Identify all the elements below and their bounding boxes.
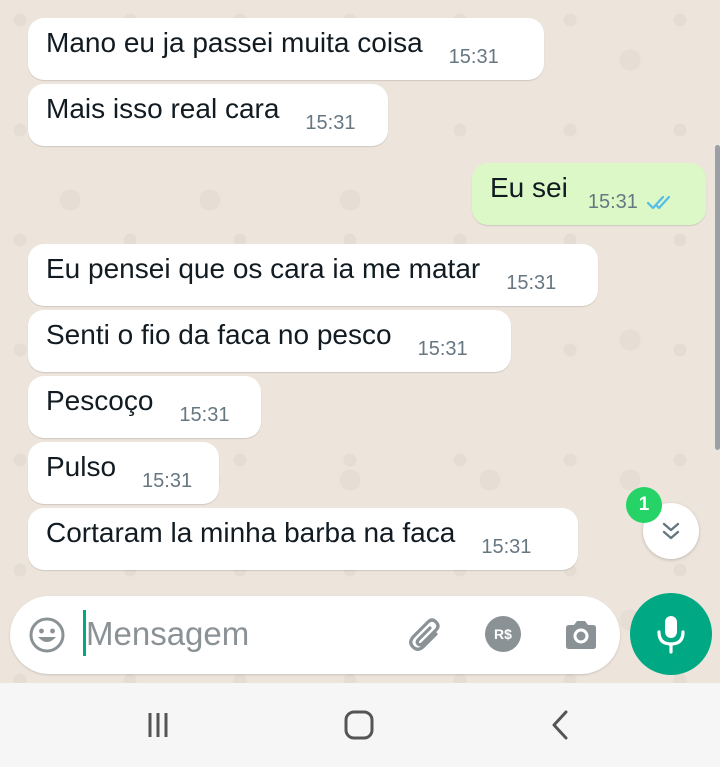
message-time: 15:31 xyxy=(587,190,638,213)
back-button[interactable] xyxy=(538,703,582,747)
message-bubble-outgoing[interactable]: Eu sei 15:31 xyxy=(472,163,706,225)
message-bubble[interactable]: Mais isso real cara 15:31 xyxy=(28,84,388,146)
message-time: 15:31 xyxy=(448,45,499,68)
message-time: 15:31 xyxy=(142,469,193,492)
scrollbar[interactable] xyxy=(715,145,720,450)
message-text: Mais isso real cara xyxy=(46,93,280,124)
message-text: Pescoço xyxy=(46,385,154,416)
message-bubble[interactable]: Cortaram la minha barba na faca 15:31 xyxy=(28,508,578,570)
message-time: 15:31 xyxy=(417,337,468,360)
paperclip-icon[interactable] xyxy=(406,614,446,654)
home-icon xyxy=(344,710,374,740)
message-time: 15:31 xyxy=(506,271,557,294)
message-text: Cortaram la minha barba na faca xyxy=(46,517,456,548)
home-button[interactable] xyxy=(337,703,381,747)
recent-apps-icon xyxy=(148,713,168,737)
recent-apps-button[interactable] xyxy=(136,703,180,747)
message-input[interactable] xyxy=(86,606,386,662)
message-bubble[interactable]: Senti o fio da faca no pesco 15:31 xyxy=(28,310,511,372)
message-bubble[interactable]: Pulso 15:31 xyxy=(28,442,219,504)
back-icon xyxy=(552,710,568,740)
system-navigation-bar xyxy=(0,683,720,767)
message-text: Eu pensei que os cara ia me matar xyxy=(46,253,481,284)
camera-icon[interactable] xyxy=(562,616,600,654)
unread-count-badge: 1 xyxy=(626,487,662,523)
message-text: Eu sei xyxy=(490,172,568,203)
message-text: Senti o fio da faca no pesco xyxy=(46,319,392,350)
payment-button[interactable]: R$ xyxy=(485,616,521,652)
message-time: 15:31 xyxy=(481,535,532,558)
read-ticks-icon xyxy=(646,195,670,210)
message-text: Pulso xyxy=(46,451,117,482)
message-composer: R$ xyxy=(10,596,620,674)
microphone-icon xyxy=(657,616,685,654)
chat-area[interactable]: Mano eu ja passei muita coisa 15:31 Mais… xyxy=(0,0,720,683)
emoji-icon[interactable] xyxy=(28,616,66,654)
message-bubble[interactable]: Eu pensei que os cara ia me matar 15:31 xyxy=(28,244,598,306)
double-chevron-down-icon xyxy=(662,522,680,540)
message-time: 15:31 xyxy=(179,403,230,426)
message-text: Mano eu ja passei muita coisa xyxy=(46,27,423,58)
message-time: 15:31 xyxy=(305,111,356,134)
microphone-button[interactable] xyxy=(630,593,712,675)
message-bubble[interactable]: Mano eu ja passei muita coisa 15:31 xyxy=(28,18,544,80)
message-bubble[interactable]: Pescoço 15:31 xyxy=(28,376,261,438)
